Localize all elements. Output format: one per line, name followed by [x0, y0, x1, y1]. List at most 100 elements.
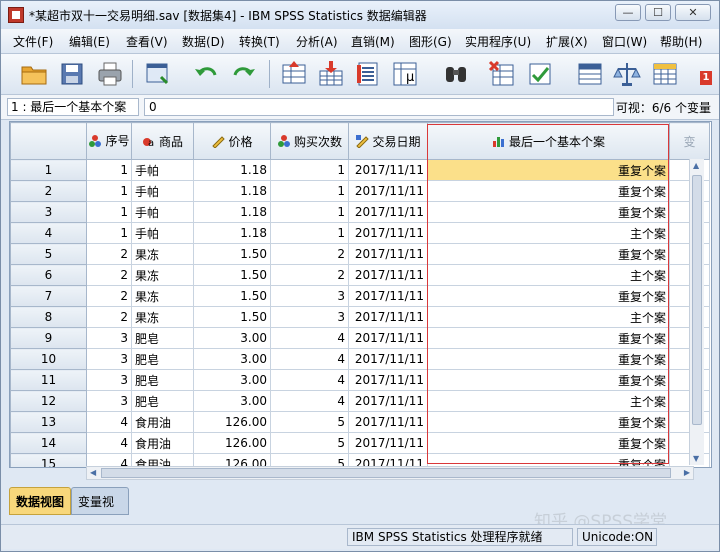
cell-date[interactable]: 2017/11/11 [348, 390, 428, 412]
table-row[interactable]: 11 3 肥皂 3.00 4 2017/11/11 重复个案 [10, 369, 710, 391]
cell-last-basic-case[interactable]: 重复个案 [427, 159, 670, 181]
row-number[interactable]: 9 [10, 327, 87, 349]
row-number[interactable]: 15 [10, 453, 87, 467]
cell-price[interactable]: 3.00 [193, 390, 271, 412]
cell-last-basic-case[interactable]: 主个案 [427, 390, 670, 412]
menu-transform[interactable]: 转换(T) [239, 33, 280, 50]
recall-dialog-icon[interactable] [143, 59, 173, 89]
menu-utilities[interactable]: 实用程序(U) [465, 33, 531, 50]
cell-price[interactable]: 1.50 [193, 264, 271, 286]
cell-last-basic-case[interactable]: 主个案 [427, 306, 670, 328]
table-row[interactable]: 8 2 果冻 1.50 3 2017/11/11 主个案 [10, 306, 710, 328]
weight-cases-icon[interactable] [612, 59, 642, 89]
cell-date[interactable]: 2017/11/11 [348, 243, 428, 265]
cell-count[interactable]: 2 [270, 243, 349, 265]
scroll-down-icon[interactable]: ▼ [693, 454, 699, 463]
cell-count[interactable]: 1 [270, 201, 349, 223]
cell-price[interactable]: 1.50 [193, 243, 271, 265]
cell-price[interactable]: 1.18 [193, 222, 271, 244]
cell-date[interactable]: 2017/11/11 [348, 306, 428, 328]
cell-price[interactable]: 126.00 [193, 432, 271, 454]
cell-name-box[interactable]: 1 : 最后一个基本个案 [7, 98, 139, 116]
cell-price[interactable]: 126.00 [193, 411, 271, 433]
cell-count[interactable]: 1 [270, 159, 349, 181]
cell-count[interactable]: 2 [270, 264, 349, 286]
open-folder-icon[interactable] [19, 59, 49, 89]
table-row[interactable]: 12 3 肥皂 3.00 4 2017/11/11 主个案 [10, 390, 710, 412]
row-number[interactable]: 3 [10, 201, 87, 223]
table-row[interactable]: 3 1 手帕 1.18 1 2017/11/11 重复个案 [10, 201, 710, 223]
minimize-button[interactable]: — [615, 4, 641, 21]
select-cases-icon[interactable] [650, 59, 680, 89]
cell-last-basic-case[interactable]: 主个案 [427, 264, 670, 286]
cell-seq[interactable]: 3 [86, 327, 132, 349]
cell-date[interactable]: 2017/11/11 [348, 369, 428, 391]
cell-seq[interactable]: 2 [86, 243, 132, 265]
table-row[interactable]: 9 3 肥皂 3.00 4 2017/11/11 重复个案 [10, 327, 710, 349]
cell-date[interactable]: 2017/11/11 [348, 180, 428, 202]
row-number[interactable]: 11 [10, 369, 87, 391]
cell-price[interactable]: 3.00 [193, 348, 271, 370]
column-header-seq[interactable]: 序号 [86, 122, 132, 160]
row-number[interactable]: 8 [10, 306, 87, 328]
cell-price[interactable]: 1.50 [193, 306, 271, 328]
row-number[interactable]: 2 [10, 180, 87, 202]
cell-seq[interactable]: 1 [86, 222, 132, 244]
table-row[interactable]: 14 4 食用油 126.00 5 2017/11/11 重复个案 [10, 432, 710, 454]
cell-item[interactable]: 果冻 [131, 285, 194, 307]
row-number[interactable]: 5 [10, 243, 87, 265]
cell-seq[interactable]: 2 [86, 285, 132, 307]
cell-last-basic-case[interactable]: 重复个案 [427, 285, 670, 307]
column-header-item[interactable]: a 商品 [131, 122, 194, 160]
table-row[interactable]: 2 1 手帕 1.18 1 2017/11/11 重复个案 [10, 180, 710, 202]
cell-price[interactable]: 1.18 [193, 201, 271, 223]
cell-item[interactable]: 果冻 [131, 306, 194, 328]
cell-date[interactable]: 2017/11/11 [348, 285, 428, 307]
table-row[interactable]: 5 2 果冻 1.50 2 2017/11/11 重复个案 [10, 243, 710, 265]
cell-seq[interactable]: 1 [86, 201, 132, 223]
cell-seq[interactable]: 3 [86, 369, 132, 391]
menu-analyze[interactable]: 分析(A) [296, 33, 338, 50]
goto-case-icon[interactable] [279, 59, 309, 89]
cell-last-basic-case[interactable]: 重复个案 [427, 432, 670, 454]
cell-seq[interactable]: 2 [86, 264, 132, 286]
cell-seq[interactable]: 4 [86, 432, 132, 454]
cell-count[interactable]: 4 [270, 369, 349, 391]
cell-price[interactable]: 1.50 [193, 285, 271, 307]
cell-last-basic-case[interactable]: 重复个案 [427, 348, 670, 370]
scroll-right-icon[interactable]: ▶ [684, 468, 690, 477]
cell-last-basic-case[interactable]: 重复个案 [427, 180, 670, 202]
column-header-var[interactable]: 变 [669, 122, 710, 160]
cell-item[interactable]: 手帕 [131, 201, 194, 223]
horizontal-scrollbar[interactable]: ◀ ▶ [86, 466, 694, 480]
vertical-scroll-thumb[interactable] [692, 175, 702, 425]
cell-date[interactable]: 2017/11/11 [348, 159, 428, 181]
redo-icon[interactable] [229, 59, 259, 89]
cell-price[interactable]: 3.00 [193, 369, 271, 391]
cell-last-basic-case[interactable]: 重复个案 [427, 411, 670, 433]
cell-seq[interactable]: 1 [86, 180, 132, 202]
row-number[interactable]: 12 [10, 390, 87, 412]
menu-view[interactable]: 查看(V) [126, 33, 168, 50]
menu-direct-marketing[interactable]: 直销(M) [351, 33, 395, 50]
menu-extensions[interactable]: 扩展(X) [546, 33, 588, 50]
cell-seq[interactable]: 4 [86, 411, 132, 433]
cell-date[interactable]: 2017/11/11 [348, 348, 428, 370]
cell-last-basic-case[interactable]: 重复个案 [427, 243, 670, 265]
cell-count[interactable]: 4 [270, 327, 349, 349]
close-button[interactable]: ✕ [675, 4, 711, 21]
cell-item[interactable]: 食用油 [131, 432, 194, 454]
row-number[interactable]: 10 [10, 348, 87, 370]
cell-count[interactable]: 4 [270, 390, 349, 412]
table-row[interactable]: 7 2 果冻 1.50 3 2017/11/11 重复个案 [10, 285, 710, 307]
cell-item[interactable]: 肥皂 [131, 348, 194, 370]
row-number[interactable]: 7 [10, 285, 87, 307]
tab-data-view[interactable]: 数据视图 [9, 487, 71, 515]
column-header-date[interactable]: 交易日期 [348, 122, 428, 160]
tab-variable-view[interactable]: 变量视图 [71, 487, 129, 537]
print-icon[interactable] [95, 59, 125, 89]
cell-date[interactable]: 2017/11/11 [348, 201, 428, 223]
menu-graphs[interactable]: 图形(G) [409, 33, 452, 50]
save-icon[interactable] [57, 59, 87, 89]
cell-count[interactable]: 4 [270, 348, 349, 370]
